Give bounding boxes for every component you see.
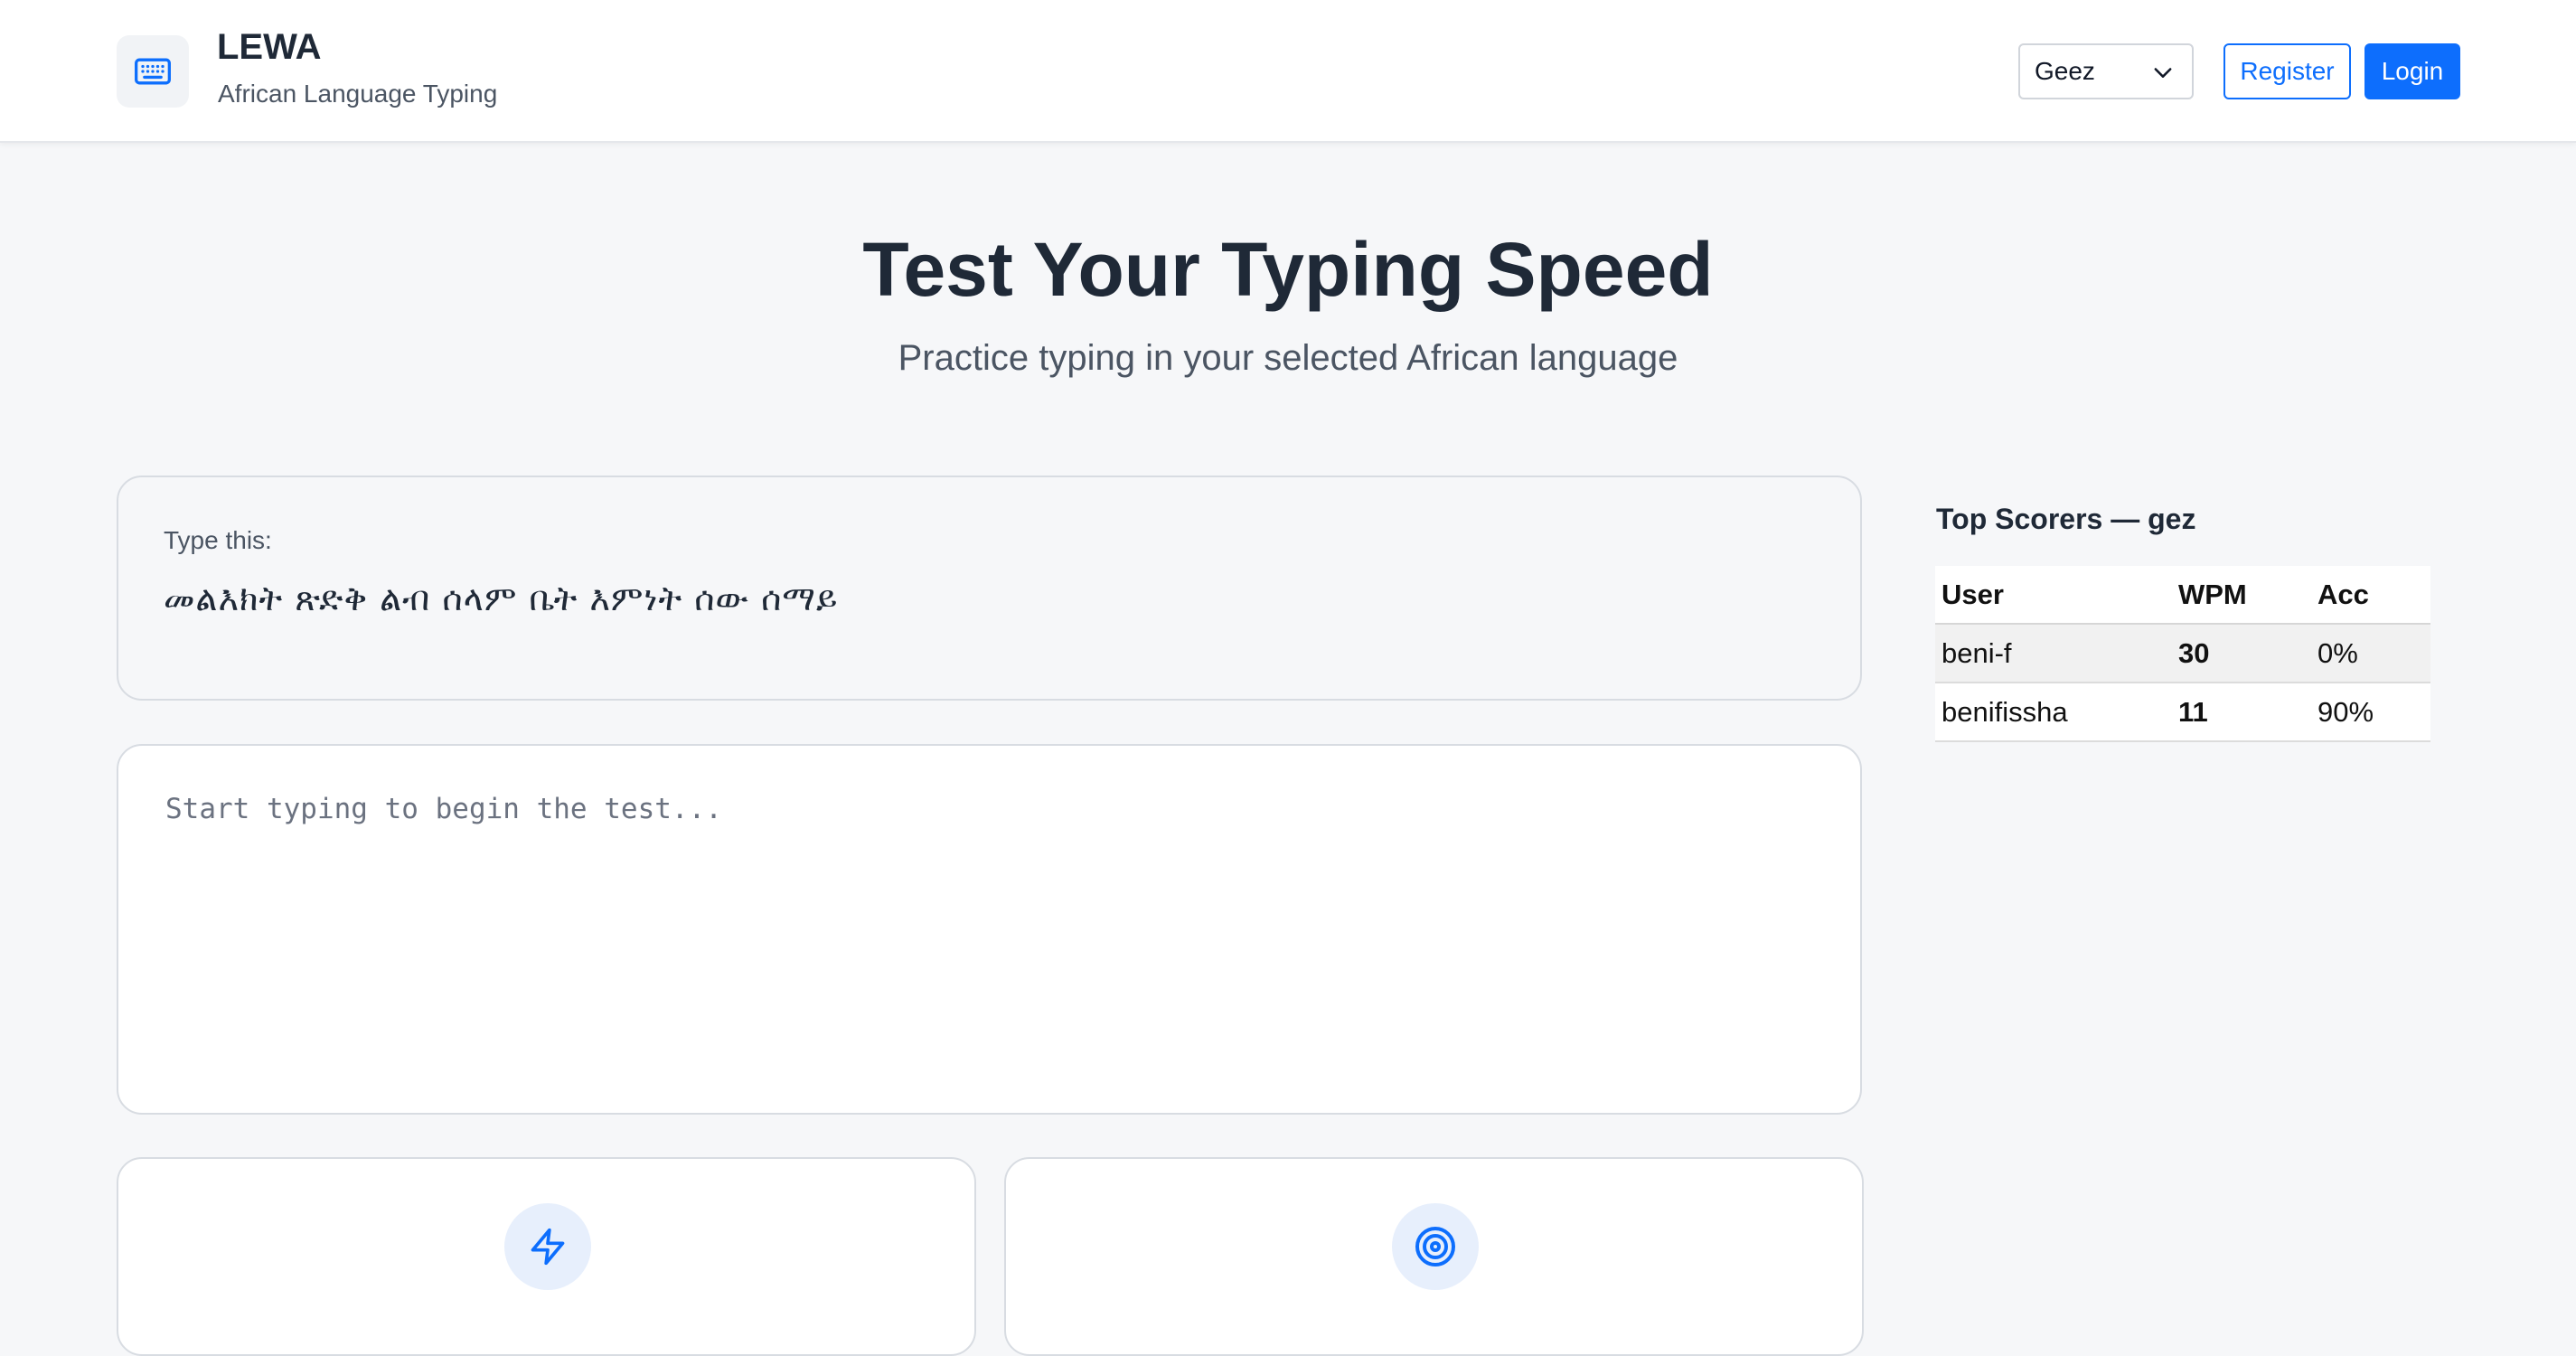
login-button[interactable]: Login	[2364, 43, 2460, 99]
speed-icon-badge	[504, 1203, 591, 1290]
prompt-label: Type this:	[164, 526, 272, 554]
accuracy-icon-badge	[1392, 1203, 1479, 1290]
accuracy-stat-card	[1004, 1157, 1864, 1356]
wpm-cell: 11	[2172, 683, 2311, 742]
lightning-bolt-icon	[531, 1228, 565, 1266]
page-title: Test Your Typing Speed	[862, 227, 1714, 312]
page-subtitle: Practice typing in your selected African…	[898, 338, 1678, 378]
wpm-cell: 30	[2172, 624, 2311, 683]
brand-subtitle: African Language Typing	[218, 80, 498, 108]
typing-input[interactable]	[117, 744, 1862, 1115]
leaderboard-title: Top Scorers — gez	[1936, 503, 2196, 535]
leaderboard-table: User WPM Acc beni-f 30 0% benifissha 11 …	[1935, 566, 2430, 742]
prompt-text: መልእክት ጽድቅ ልብ ሰላም ቤት እምነት ሰው ሰማይ	[164, 579, 839, 618]
chevron-down-icon	[2154, 68, 2172, 78]
top-navbar: LEWA African Language Typing Geez Regist…	[0, 0, 2576, 143]
table-row: benifissha 11 90%	[1935, 683, 2430, 742]
target-icon	[1415, 1227, 1455, 1267]
speed-stat-card	[117, 1157, 976, 1356]
register-button[interactable]: Register	[2223, 43, 2351, 99]
column-header-wpm: WPM	[2172, 566, 2311, 625]
column-header-acc: Acc	[2311, 566, 2430, 625]
column-header-user: User	[1935, 566, 2172, 625]
table-header-row: User WPM Acc	[1935, 566, 2430, 625]
brand-title[interactable]: LEWA	[217, 27, 322, 68]
logo[interactable]	[117, 35, 189, 108]
language-select-value: Geez	[2035, 57, 2095, 85]
user-cell: beni-f	[1935, 624, 2172, 683]
table-row: beni-f 30 0%	[1935, 624, 2430, 683]
keyboard-icon	[135, 58, 171, 85]
prompt-card: Type this: መልእክት ጽድቅ ልብ ሰላም ቤት እምነት ሰው ሰ…	[117, 476, 1862, 701]
accuracy-cell: 0%	[2311, 624, 2430, 683]
language-select[interactable]: Geez	[2018, 43, 2194, 99]
accuracy-cell: 90%	[2311, 683, 2430, 742]
user-cell: benifissha	[1935, 683, 2172, 742]
